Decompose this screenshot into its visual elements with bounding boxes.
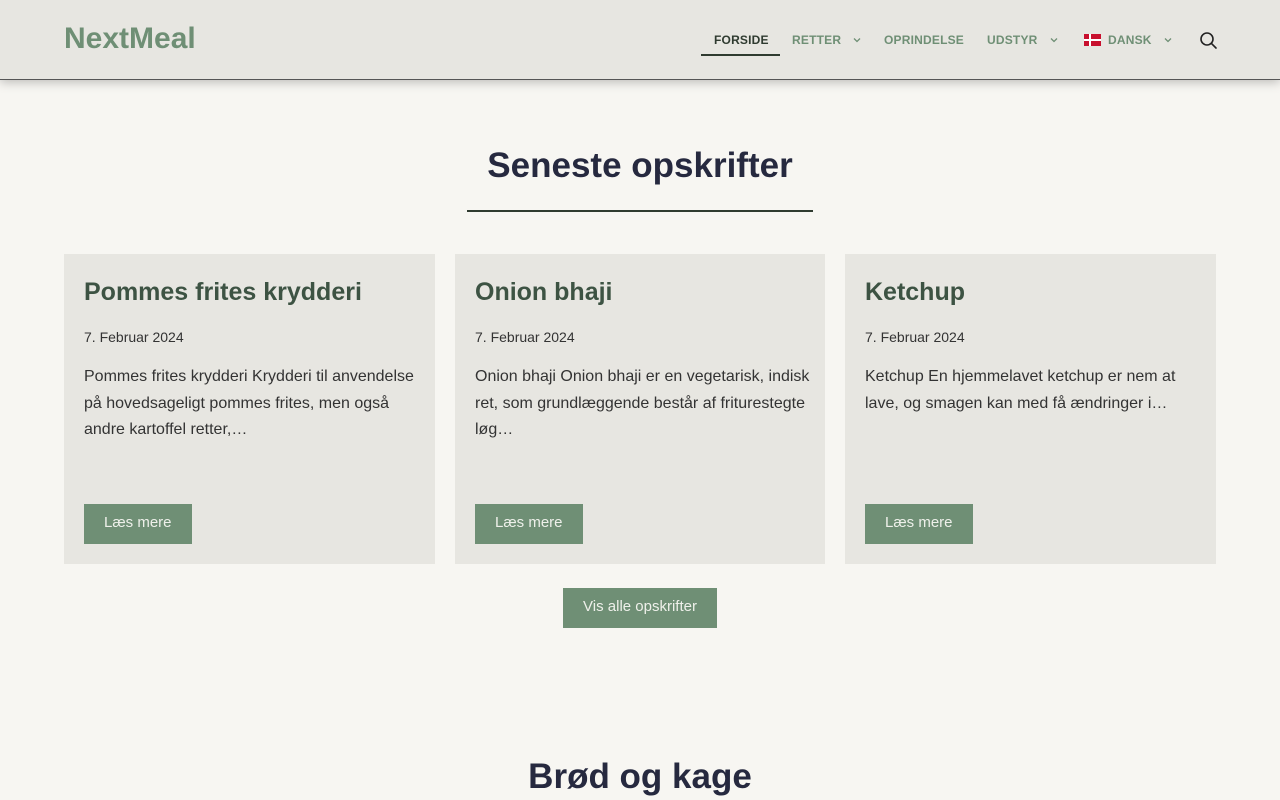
recipe-title[interactable]: Ketchup [865, 278, 965, 307]
nav-item-udstyr[interactable]: UDSTYR [987, 33, 1060, 47]
recipe-card: Pommes frites krydderi 7. Februar 2024 P… [64, 254, 435, 564]
recipe-excerpt: Pommes frites krydderi Krydderi til anve… [84, 368, 414, 438]
read-more-button[interactable]: Læs mere [84, 504, 192, 544]
view-all-recipes-button[interactable]: Vis alle opskrifter [563, 588, 717, 628]
recipe-title[interactable]: Pommes frites krydderi [84, 278, 362, 307]
site-header: NextMeal FORSIDE RETTER OPRINDELSE UDSTY… [0, 0, 1280, 80]
nav-label: RETTER [792, 33, 842, 47]
nav-label: UDSTYR [987, 33, 1038, 47]
recipe-excerpt: Onion bhaji Onion bhaji er en vegetarisk… [475, 368, 810, 438]
recipe-title[interactable]: Onion bhaji [475, 278, 613, 307]
heading-divider [467, 210, 813, 212]
nav-item-oprindelse[interactable]: OPRINDELSE [884, 33, 964, 47]
recipe-date: 7. Februar 2024 [475, 329, 575, 345]
read-more-button[interactable]: Læs mere [865, 504, 973, 544]
recipe-date: 7. Februar 2024 [865, 329, 965, 345]
chevron-down-icon [1050, 38, 1058, 43]
danish-flag-icon [1084, 34, 1101, 46]
chevron-down-icon [1164, 38, 1172, 43]
nav-item-forside[interactable]: FORSIDE [714, 33, 769, 47]
chevron-down-icon [853, 38, 861, 43]
nav-label: FORSIDE [714, 33, 769, 47]
recipe-excerpt: Ketchup En hjemmelavet ketchup er nem at… [865, 368, 1176, 412]
active-nav-indicator [701, 54, 780, 56]
language-label: DANSK [1108, 33, 1152, 47]
search-icon[interactable] [1199, 31, 1218, 50]
latest-recipes-heading: Seneste opskrifter [487, 146, 793, 185]
recipe-date: 7. Februar 2024 [84, 329, 184, 345]
read-more-button[interactable]: Læs mere [475, 504, 583, 544]
recipe-card: Onion bhaji 7. Februar 2024 Onion bhaji … [455, 254, 825, 564]
site-logo[interactable]: NextMeal [64, 22, 196, 56]
recipe-card: Ketchup 7. Februar 2024 Ketchup En hjemm… [845, 254, 1216, 564]
nav-item-retter[interactable]: RETTER [792, 33, 863, 47]
bread-and-cake-heading: Brød og kage [528, 757, 752, 796]
language-switcher[interactable]: DANSK [1084, 33, 1174, 47]
nav-label: OPRINDELSE [884, 33, 965, 47]
